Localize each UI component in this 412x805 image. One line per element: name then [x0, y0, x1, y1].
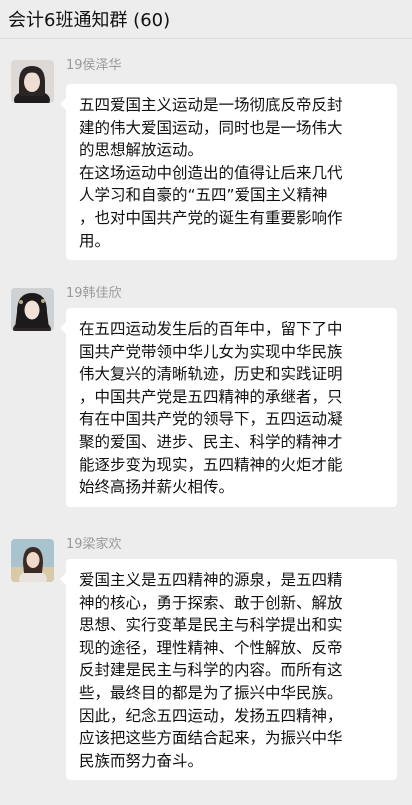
- message-text-line: ，也对中国共产党的诞生有重要影响作: [79, 208, 343, 227]
- avatar[interactable]: [11, 60, 54, 103]
- message-text-line: 现的途径，理性精神、个性解放、反帝: [79, 638, 343, 657]
- group-title: 会计6班通知群 (60): [8, 10, 171, 31]
- avatar[interactable]: [11, 288, 54, 331]
- message-bubble[interactable]: 五四爱国主义运动是一场彻底反帝反封 建的伟大爱国运动，同时也是一场伟大 的思想解…: [60, 84, 397, 261]
- message-text-line: 人学习和自豪的“五四”爱国主义精神: [79, 186, 328, 205]
- message-text-line: 建的伟大爱国运动，同时也是一场伟大: [79, 118, 343, 137]
- message-text-line: 在五四运动发生后的百年中，留下了中: [79, 320, 343, 338]
- avatar[interactable]: [11, 539, 54, 582]
- message-text-line: 聚的爱国、进步、民主、科学的精神才: [79, 432, 343, 451]
- message-text-line: 有在中国共产党的领导下，五四运动凝: [79, 410, 343, 429]
- sender-name: 19韩佳欣: [66, 286, 122, 301]
- message-text-line: 反封建是民主与科学的内容。而所有这: [79, 661, 343, 680]
- message-text-line: 思想、实行变革是民主与科学提出和实: [79, 616, 343, 635]
- message-text-line: 些，最终目的都是为了振兴中华民族。: [79, 683, 343, 702]
- message-text-line: 爱国主义是五四精神的源泉，是五四精: [79, 571, 343, 589]
- message-text-line: 始终高扬并薪火相传。: [79, 478, 235, 497]
- sender-name: 19侯泽华: [66, 58, 122, 73]
- chat-header: 会计6班通知群 (60): [0, 0, 412, 39]
- message-bubble[interactable]: 在五四运动发生后的百年中，留下了中 国共产党带领中华儿女为实现中华民族 伟大复兴…: [60, 308, 397, 507]
- message-text-line: 能逐步变为现实，五四精神的火炬才能: [79, 455, 343, 474]
- message-text-line: 用。: [79, 231, 111, 250]
- message-text-line: 在这场运动中创造出的值得让后来几代: [79, 163, 343, 182]
- message-text-line: 伟大复兴的清晰轨迹，历史和实践证明: [79, 365, 343, 384]
- message-text-line: 因此，纪念五四运动，发扬五四精神，: [79, 706, 343, 725]
- message-bubble[interactable]: 爱国主义是五四精神的源泉，是五四精 神的核心，勇于探索、敢于创新、解放 思想、实…: [60, 559, 397, 781]
- message-text-line: 国共产党带领中华儿女为实现中华民族: [79, 342, 343, 361]
- message-text-line: 应该把这些方面结合起来，为振兴中华: [79, 729, 343, 748]
- message-text-line: 五四爱国主义运动是一场彻底反帝反封: [79, 96, 343, 114]
- sender-name: 19梁家欢: [66, 537, 122, 552]
- message-text-line: 的思想解放运动。: [79, 141, 204, 160]
- message-text-line: 神的核心，勇于探索、敢于创新、解放: [79, 593, 343, 612]
- message-text-line: ，中国共产党是五四精神的承继者，只: [79, 387, 343, 406]
- message-text-line: 民族而努力奋斗。: [79, 751, 204, 770]
